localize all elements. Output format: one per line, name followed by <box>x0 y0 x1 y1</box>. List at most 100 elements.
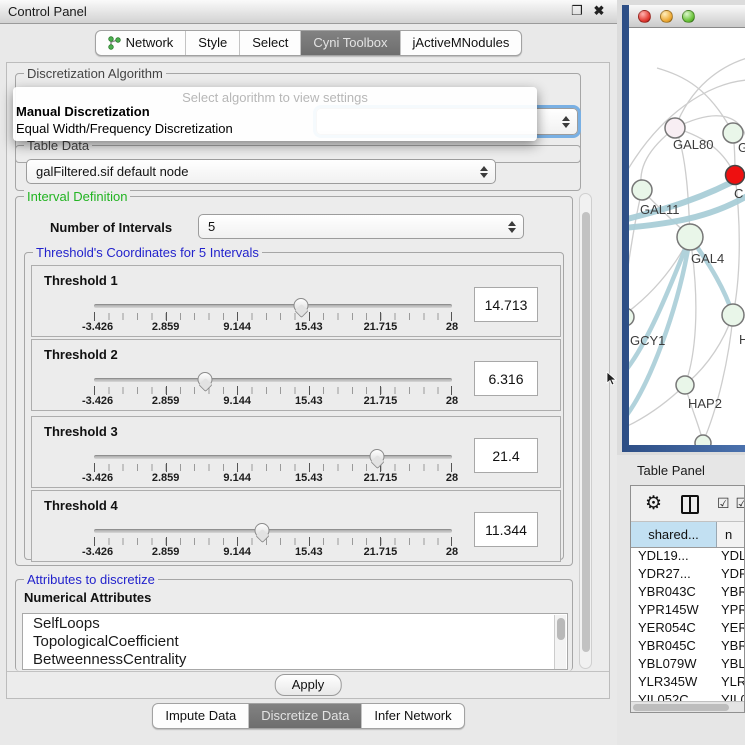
numerical-attributes-list[interactable]: SelfLoops TopologicalCoefficient Between… <box>22 613 568 670</box>
dropdown-option-equal-width[interactable]: Equal Width/Frequency Discretization <box>13 121 537 138</box>
minimize-traffic-light-icon[interactable] <box>660 10 673 23</box>
slider-thumb[interactable] <box>293 298 308 313</box>
slider-thumb[interactable] <box>197 372 212 387</box>
close-traffic-light-icon[interactable] <box>638 10 651 23</box>
table-row[interactable]: YLR345W YLR3 <box>631 674 745 692</box>
stepper-icon <box>508 221 516 233</box>
node-label: GAL11 <box>640 202 680 217</box>
threshold-4-slider[interactable] <box>94 529 452 533</box>
network-canvas[interactable]: GAL80 G C GAL11 GAL4 GCY1 H HAP2 <box>629 28 745 445</box>
column-header-shared-name[interactable]: shared... <box>631 522 717 547</box>
tick-label: 9.144 <box>223 472 251 484</box>
columns-icon[interactable] <box>681 495 699 514</box>
threshold-1-label: Threshold 1 <box>44 273 118 288</box>
tab-cyni-toolbox[interactable]: Cyni Toolbox <box>300 31 399 55</box>
slider-thumb[interactable] <box>369 449 384 464</box>
threshold-3-label: Threshold 3 <box>44 424 118 439</box>
tab-jactivemnodules[interactable]: jActiveMNodules <box>400 31 522 55</box>
tab-network[interactable]: Network <box>96 31 186 55</box>
threshold-1-value-field[interactable] <box>474 287 538 322</box>
node[interactable] <box>722 304 744 326</box>
tab-discretize-data[interactable]: Discretize Data <box>248 704 361 728</box>
node-table: ⚙ ☑ ☑ shared... n YDL19... YDL1 YDR27...… <box>630 485 745 713</box>
node-selected-red[interactable] <box>726 166 745 185</box>
threshold-2-box: Threshold 2 -3.426 2.859 9.144 15.43 <box>31 339 561 411</box>
node-label: GAL4 <box>691 251 724 266</box>
threshold-1-slider[interactable] <box>94 304 452 308</box>
tick-label: -3.426 <box>82 321 113 333</box>
group-title-algorithm: Discretization Algorithm <box>24 66 166 81</box>
tick-label: 28 <box>446 395 458 407</box>
node-gal4[interactable] <box>677 224 703 250</box>
tick-label: 9.144 <box>223 321 251 333</box>
close-icon[interactable]: ✖ <box>591 3 607 19</box>
threshold-2-value-field[interactable] <box>474 361 538 396</box>
threshold-4-box: Threshold 4 -3.426 2.859 9.144 15.43 <box>31 490 561 562</box>
threshold-1-box: Threshold 1 -3.426 2.859 9.144 15.43 <box>31 265 561 337</box>
node-gcy1[interactable] <box>629 308 634 326</box>
tab-infer-network[interactable]: Infer Network <box>361 704 463 728</box>
list-scrollbar[interactable] <box>554 615 566 670</box>
table-row[interactable]: YDR27... YDR2 <box>631 566 745 584</box>
tick-label: 21.715 <box>364 546 398 558</box>
network-graph: GAL80 G C GAL11 GAL4 GCY1 H HAP2 <box>629 28 745 445</box>
threshold-4-label: Threshold 4 <box>44 498 118 513</box>
interval-definition-group: Interval Definition Number of Intervals … <box>15 196 573 566</box>
attributes-group: Attributes to discretize Numerical Attri… <box>15 579 573 671</box>
dropdown-option-manual[interactable]: Manual Discretization <box>13 104 537 121</box>
top-tab-bar: Network Style Select Cyni Toolbox jActiv… <box>0 30 617 56</box>
gear-icon[interactable]: ⚙ <box>645 492 662 515</box>
table-row[interactable]: YDL19... YDL1 <box>631 548 745 566</box>
table-row[interactable]: YER054C YER0 <box>631 620 745 638</box>
group-title-thresholds: Threshold's Coordinates for 5 Intervals <box>33 245 262 260</box>
column-header-name[interactable]: n <box>717 522 745 547</box>
apply-button[interactable]: Apply <box>275 674 342 696</box>
node-hap2[interactable] <box>676 376 694 394</box>
tab-select[interactable]: Select <box>239 31 300 55</box>
table-row[interactable]: YBR045C YBR0 <box>631 638 745 656</box>
tick-label: -3.426 <box>82 395 113 407</box>
node-label: G <box>738 140 745 155</box>
table-horizontal-scrollbar[interactable] <box>631 701 744 712</box>
tick-label: 28 <box>446 321 458 333</box>
node[interactable] <box>695 435 711 445</box>
table-row[interactable]: YBL079W YBL0 <box>631 656 745 674</box>
network-view-window[interactable]: GAL80 G C GAL11 GAL4 GCY1 H HAP2 <box>622 5 745 452</box>
table-row[interactable]: YPR145W YPR1 <box>631 602 745 620</box>
tick-label: 9.144 <box>223 395 251 407</box>
panel-scrollbar[interactable] <box>579 193 592 669</box>
list-item[interactable]: BetweennessCentrality <box>23 650 567 668</box>
algorithm-dropdown-popup: Select algorithm to view settings Manual… <box>13 87 537 141</box>
threshold-2-label: Threshold 2 <box>44 347 118 362</box>
zoom-traffic-light-icon[interactable] <box>682 10 695 23</box>
slider-thumb[interactable] <box>255 523 270 538</box>
threshold-4-value-field[interactable] <box>474 512 538 547</box>
threshold-3-value-field[interactable] <box>474 438 538 473</box>
group-title-attributes: Attributes to discretize <box>24 572 158 587</box>
dropdown-placeholder-item[interactable]: Select algorithm to view settings <box>13 87 537 104</box>
slider-ticks <box>94 464 452 471</box>
tick-label: 15.43 <box>295 472 323 484</box>
table-data-combobox[interactable]: galFiltered.sif default node <box>26 159 496 184</box>
control-panel: Control Panel ❐ ✖ Network Style Select C… <box>0 0 617 745</box>
tick-label: 15.43 <box>295 321 323 333</box>
list-item[interactable]: TopologicalCoefficient <box>23 632 567 650</box>
float-window-icon[interactable]: ❐ <box>569 3 585 19</box>
threshold-3-box: Threshold 3 -3.426 2.859 9.144 15.43 <box>31 416 561 488</box>
tab-style[interactable]: Style <box>185 31 239 55</box>
slider-ticks <box>94 538 452 545</box>
node-gal11[interactable] <box>632 180 652 200</box>
table-row[interactable]: YBR043C YBR0 <box>631 584 745 602</box>
tab-impute-data[interactable]: Impute Data <box>153 704 248 728</box>
table-header-row: shared... n <box>631 522 745 548</box>
tick-label: 28 <box>446 472 458 484</box>
num-intervals-combobox[interactable]: 5 <box>198 214 524 239</box>
mouse-cursor <box>606 371 618 387</box>
list-item[interactable]: SelfLoops <box>23 614 567 632</box>
node-gal80[interactable] <box>665 118 685 138</box>
stepper-icon <box>562 116 570 128</box>
select-columns-checkbox-icons[interactable]: ☑ ☑ <box>717 495 745 512</box>
threshold-3-slider[interactable] <box>94 455 452 459</box>
slider-ticks <box>94 387 452 394</box>
threshold-2-slider[interactable] <box>94 378 452 382</box>
